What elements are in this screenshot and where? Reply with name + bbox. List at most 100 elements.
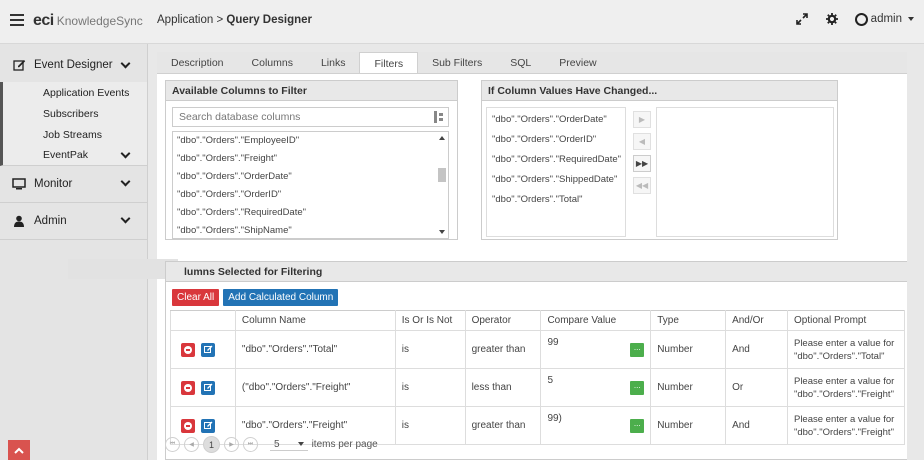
page-size-select[interactable]: 5 [270, 439, 308, 451]
add-calculated-column-button[interactable]: Add Calculated Column [223, 289, 339, 306]
list-item[interactable]: "dbo"."Orders"."ShippedDate" [487, 170, 625, 190]
cell-optional-prompt[interactable]: Please enter a value for "dbo"."Orders".… [786, 368, 906, 407]
list-item[interactable]: "dbo"."Orders"."OrderID" [487, 130, 625, 150]
col-header-compare-value[interactable]: Compare Value [540, 310, 652, 331]
monitor-icon [12, 178, 26, 190]
clear-all-button[interactable]: Clear All [172, 289, 220, 306]
list-item[interactable]: "dbo"."Orders"."RequiredDate" [487, 150, 625, 170]
tab-links[interactable]: Links [307, 52, 360, 73]
chevron-down-icon [120, 176, 131, 187]
edit-icon[interactable] [201, 418, 215, 433]
cell-type[interactable]: Number [650, 406, 727, 445]
cell-optional-prompt[interactable]: Please enter a value for "dbo"."Orders".… [786, 330, 906, 369]
app-logo: eci KnowledgeSync [33, 12, 143, 30]
cell-operator[interactable]: greater than [464, 330, 542, 369]
tab-sub-filters[interactable]: Sub Filters [418, 52, 496, 73]
move-all-left-icon[interactable]: ◀◀ [633, 177, 651, 194]
sidebar-monitor-label: Monitor [34, 178, 73, 190]
delete-icon[interactable] [181, 380, 195, 395]
col-header-actions [170, 310, 236, 331]
cell-operator[interactable]: less than [464, 368, 542, 407]
gear-icon[interactable] [825, 12, 839, 26]
top-bar: eci KnowledgeSync Application > Query Des… [0, 0, 924, 44]
sidebar-item-subscribers[interactable]: Subscribers [0, 103, 147, 124]
cell-compare-value[interactable]: 99)... [540, 406, 652, 445]
list-item[interactable]: "dbo"."Orders"."Total" [487, 190, 625, 210]
cell-column-name[interactable]: ("dbo"."Orders"."Freight" [234, 368, 396, 407]
current-page-button[interactable]: 1 [203, 436, 220, 453]
search-input[interactable]: Search database columns [172, 107, 449, 127]
move-left-icon[interactable]: ◀ [633, 133, 651, 150]
delete-icon[interactable] [181, 418, 195, 433]
next-page-icon[interactable]: ▶ [224, 437, 239, 452]
list-item[interactable]: "dbo"."Orders"."ShipName" [173, 222, 448, 238]
breadcrumb: Application > Query Designer [157, 14, 312, 26]
list-scrollbar[interactable] [436, 132, 448, 238]
cell-is-or-is-not[interactable]: is [394, 406, 466, 445]
cell-type[interactable]: Number [650, 368, 727, 407]
col-header-column-name[interactable]: Column Name [234, 310, 396, 331]
list-item[interactable]: "dbo"."Orders"."OrderDate" [173, 168, 448, 186]
sidebar-item-label: Subscribers [43, 107, 99, 120]
col-header-optional-prompt[interactable]: Optional Prompt [786, 310, 906, 331]
cell-is-or-is-not[interactable]: is [394, 330, 466, 369]
cell-operator[interactable]: greater than [464, 406, 542, 445]
sidebar-admin[interactable]: Admin [0, 203, 147, 239]
last-page-icon[interactable]: ⏭ [243, 437, 258, 452]
changed-target-list[interactable] [656, 107, 834, 237]
cell-and-or[interactable]: Or [725, 368, 788, 407]
cell-and-or[interactable]: And [725, 406, 788, 445]
col-header-and-or[interactable]: And/Or [725, 310, 788, 331]
tab-columns[interactable]: Columns [238, 52, 307, 73]
col-header-is-or-is-not[interactable]: Is Or Is Not [394, 310, 466, 331]
list-item[interactable]: "dbo"."Orders"."RequiredDate" [173, 204, 448, 222]
panel-title: If Column Values Have Changed... [482, 81, 837, 101]
tab-filters[interactable]: Filters [359, 52, 419, 73]
sidebar-item-eventpak[interactable]: EventPak [0, 145, 147, 166]
user-menu[interactable]: admin [854, 12, 914, 26]
changed-source-list[interactable]: "dbo"."Orders"."OrderDate" "dbo"."Orders… [486, 107, 626, 237]
list-item[interactable]: "dbo"."Orders"."Freight" [173, 150, 448, 168]
breadcrumb-parent[interactable]: Application > [157, 14, 223, 26]
first-page-icon[interactable]: ⏮ [165, 437, 180, 452]
available-columns-list[interactable]: "dbo"."Orders"."EmployeeID" "dbo"."Order… [172, 131, 449, 239]
list-item[interactable]: "dbo"."Orders"."EmployeeID" [173, 132, 448, 150]
tab-preview[interactable]: Preview [545, 52, 610, 73]
sidebar: Event Designer Application Events Subscr… [0, 44, 148, 460]
compare-value-button[interactable]: ... [630, 381, 645, 395]
cell-column-name[interactable]: "dbo"."Orders"."Total" [234, 330, 396, 369]
cell-optional-prompt[interactable]: Please enter a value for "dbo"."Orders".… [786, 406, 906, 445]
list-item[interactable]: "dbo"."Orders"."OrderID" [173, 186, 448, 204]
hamburger-menu-icon[interactable] [10, 13, 24, 27]
list-item[interactable]: "dbo"."Orders"."OrderDate" [487, 110, 625, 130]
col-header-type[interactable]: Type [650, 310, 727, 331]
chevron-down-icon [120, 58, 131, 69]
compare-value-button[interactable]: ... [630, 343, 645, 357]
delete-icon[interactable] [181, 342, 195, 357]
scroll-down-arrow-icon[interactable] [439, 230, 445, 234]
tab-description[interactable]: Description [157, 52, 238, 73]
user-icon [12, 215, 26, 227]
edit-icon[interactable] [201, 380, 215, 395]
sidebar-event-designer[interactable]: Event Designer [0, 48, 147, 82]
cell-compare-value[interactable]: 99... [540, 330, 652, 369]
cell-compare-value[interactable]: 5... [540, 368, 652, 407]
cell-and-or[interactable]: And [725, 330, 788, 369]
scrollbar-thumb[interactable] [438, 168, 446, 182]
scroll-to-top-button[interactable] [8, 440, 30, 460]
compare-value-button[interactable]: ... [630, 419, 645, 433]
cell-is-or-is-not[interactable]: is [394, 368, 466, 407]
tab-sql[interactable]: SQL [496, 52, 545, 73]
sidebar-item-job-streams[interactable]: Job Streams [0, 124, 147, 145]
column-picker-icon[interactable] [434, 111, 444, 123]
scroll-up-arrow-icon[interactable] [439, 136, 445, 140]
col-header-operator[interactable]: Operator [464, 310, 542, 331]
move-all-right-icon[interactable]: ▶▶ [633, 155, 651, 172]
cell-type[interactable]: Number [650, 330, 727, 369]
move-right-icon[interactable]: ▶ [633, 111, 651, 128]
expand-icon[interactable] [795, 12, 809, 26]
sidebar-item-application-events[interactable]: Application Events [0, 82, 147, 103]
prev-page-icon[interactable]: ◀ [184, 437, 199, 452]
edit-icon[interactable] [201, 342, 215, 357]
sidebar-monitor[interactable]: Monitor [0, 166, 147, 202]
